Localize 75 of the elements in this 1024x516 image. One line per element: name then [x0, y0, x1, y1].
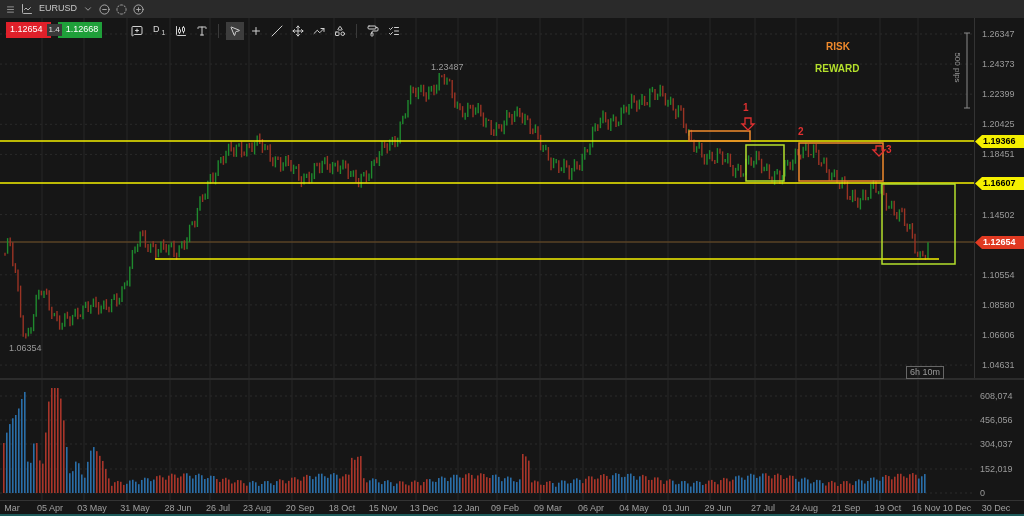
- time-axis-label: 04 May: [619, 502, 649, 515]
- cursor-icon: [229, 25, 242, 37]
- legend-label: RISK: [826, 40, 850, 54]
- time-axis-label: 10 Dec: [942, 502, 972, 515]
- countdown-label: 6h 10m: [906, 366, 945, 379]
- time-axis-label: 23 Aug: [243, 502, 271, 515]
- price-axis-label: 1.26347: [982, 29, 1015, 39]
- shapes-icon: [334, 25, 347, 37]
- time-axis-label: 26 Jul: [206, 502, 230, 515]
- checklist-icon: [388, 25, 401, 37]
- price-axis-label: 1.20425: [982, 119, 1015, 130]
- reward-rectangle: [745, 144, 785, 182]
- time-axis-label: 27 Jul: [751, 502, 775, 515]
- time-axis-label: 03 May: [77, 502, 107, 515]
- price-axis-label: 1.24373: [982, 59, 1015, 70]
- volume-axis-label: 0: [980, 488, 985, 498]
- volume-axis-label: 152,019: [980, 464, 1013, 474]
- time-axis-label: Mar: [4, 502, 20, 515]
- time-axis-label: 15 Nov: [368, 502, 398, 515]
- zoom-in-icon[interactable]: [133, 3, 144, 15]
- price-axis-label: 1.10554: [982, 269, 1015, 280]
- time-axis-label: 09 Mar: [534, 502, 562, 515]
- volume-axis-label: 304,037: [980, 439, 1013, 449]
- line-chart-icon[interactable]: [21, 3, 33, 15]
- line-icon: [271, 25, 284, 37]
- time-axis-label: 20 Sep: [285, 502, 315, 515]
- legend-label: REWARD: [815, 62, 860, 76]
- down-arrow-icon: [871, 145, 887, 157]
- move-icon: [292, 25, 305, 37]
- price-axis-label: 1.04631: [982, 360, 1015, 371]
- risk-rectangle: [688, 130, 751, 142]
- time-axis-label: 29 Jun: [704, 502, 732, 515]
- symbol-title[interactable]: EURUSD: [39, 2, 77, 16]
- volume-axis-label: 608,074: [980, 391, 1013, 401]
- time-axis-label: 06 Apr: [578, 502, 604, 515]
- time-axis-label: 05 Apr: [37, 502, 63, 515]
- range-label: 500 pips: [952, 51, 962, 85]
- dashed-circle-icon[interactable]: [116, 3, 127, 15]
- time-axis-label: 19 Oct: [874, 502, 902, 515]
- price-axis-label: 1.06606: [982, 330, 1015, 340]
- down-arrow-icon: [740, 117, 756, 131]
- crosshair-icon: [250, 25, 263, 37]
- candlestick-icon: [175, 25, 188, 37]
- high-price-label: 1.23487: [431, 61, 464, 74]
- time-axis-label: 24 Aug: [790, 502, 818, 515]
- time-axis-label: 31 May: [120, 502, 150, 515]
- time-axis-label: 30 Dec: [981, 502, 1011, 515]
- price-tag: 1.16607: [975, 177, 1024, 190]
- time-axis-label: 12 Jan: [452, 502, 480, 515]
- pointer-tool-button[interactable]: [226, 22, 245, 40]
- time-axis-label: 09 Feb: [491, 502, 519, 515]
- marker-number: 1: [743, 101, 749, 115]
- price-tag: 1.19366: [975, 135, 1024, 148]
- price-axis-label: 1.18451: [982, 149, 1015, 160]
- time-axis-label: 21 Sep: [831, 502, 861, 515]
- marker-number: 2: [798, 125, 804, 139]
- time-axis-label: 13 Dec: [409, 502, 439, 515]
- price-axis-label: 1.08580: [982, 299, 1015, 310]
- menu-icon[interactable]: [6, 4, 15, 14]
- price-axis-label: 1.14502: [982, 209, 1015, 220]
- time-axis-label: 18 Oct: [328, 502, 356, 515]
- trend-line-icon: [313, 25, 326, 37]
- zoom-out-icon[interactable]: [99, 3, 110, 15]
- chevron-down-icon[interactable]: [83, 4, 93, 14]
- comment-plus-icon: [131, 25, 143, 37]
- marker-number: 3: [886, 143, 892, 157]
- paint-roller-icon: [367, 25, 380, 37]
- price-tag: 1.12654: [975, 236, 1024, 249]
- time-axis-label: 16 Nov: [911, 502, 941, 515]
- text-icon: [196, 25, 209, 37]
- time-axis-label: 01 Jun: [662, 502, 690, 515]
- price-axis-label: 1.22399: [982, 89, 1015, 100]
- time-axis-label: 28 Jun: [164, 502, 192, 515]
- volume-axis-label: 456,056: [980, 415, 1013, 425]
- low-price-label: 1.06354: [9, 342, 42, 355]
